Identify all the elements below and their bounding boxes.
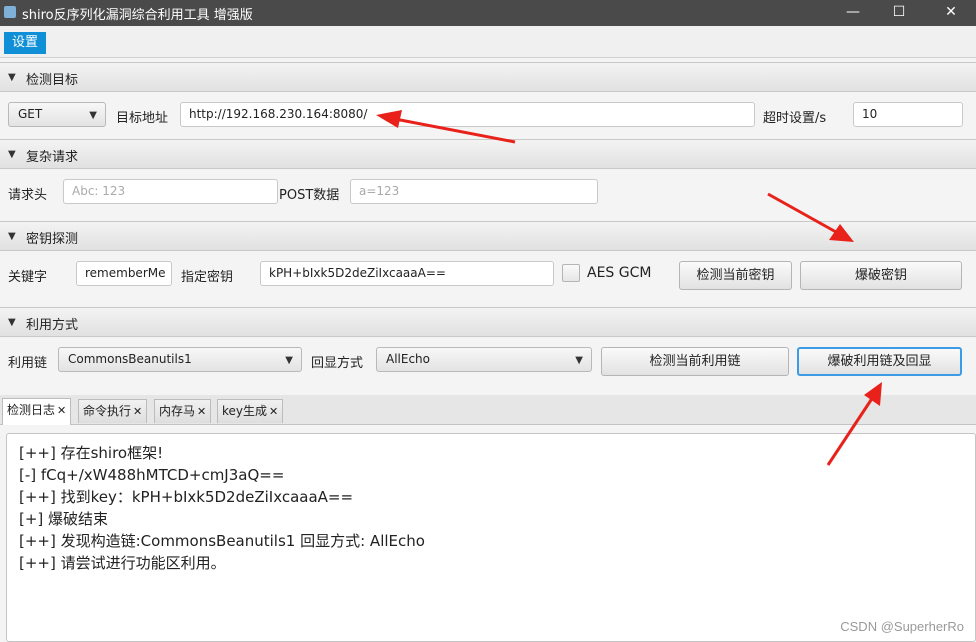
section-body-complex: 请求头 Abc: 123 POST数据 a=123 bbox=[0, 169, 976, 221]
watermark: CSDN @SuperherRo bbox=[840, 619, 964, 634]
chain-label: 利用链 bbox=[8, 356, 48, 371]
timeout-label: 超时设置/s bbox=[763, 111, 827, 126]
close-icon[interactable]: ✕ bbox=[928, 0, 974, 26]
log-line: [++] 找到key：kPH+bIxk5D2deZiIxcaaaA== bbox=[19, 488, 354, 506]
collapse-triangle-icon: ▼ bbox=[8, 72, 16, 83]
aes-gcm-label: AES GCM bbox=[587, 265, 652, 281]
section-body-target: GET ▼ 目标地址 http://192.168.230.164:8080/ … bbox=[0, 92, 976, 138]
chain-select[interactable]: CommonsBeanutils1 ▼ bbox=[58, 347, 302, 372]
echo-value: AllEcho bbox=[386, 352, 431, 366]
post-data-label: POST数据 bbox=[279, 188, 340, 203]
menu-settings[interactable]: 设置 bbox=[4, 32, 47, 54]
key-input[interactable]: kPH+bIxk5D2deZiIxcaaaA== bbox=[260, 261, 554, 286]
tab-key-gen[interactable]: key生成 ✕ bbox=[217, 399, 284, 423]
chevron-down-icon: ▼ bbox=[285, 355, 293, 366]
log-line: [++] 存在shiro框架! bbox=[19, 444, 164, 462]
app-icon bbox=[4, 6, 16, 18]
timeout-input[interactable]: 10 bbox=[853, 102, 963, 127]
log-line: [+] 爆破结束 bbox=[19, 510, 109, 528]
log-line: [++] 请尝试进行功能区利用。 bbox=[19, 554, 226, 572]
log-line: [++] 发现构造链:CommonsBeanutils1 回显方式: AllEc… bbox=[19, 532, 425, 550]
log-line: [-] fCq+/xW488hMTCD+cmJ3aQ== bbox=[19, 466, 285, 484]
close-icon[interactable]: ✕ bbox=[269, 405, 278, 418]
section-header-target[interactable]: ▼ 检测目标 bbox=[0, 62, 976, 92]
echo-select[interactable]: AllEcho ▼ bbox=[376, 347, 592, 372]
tab-label: 检测日志 bbox=[7, 403, 56, 417]
section-body-key: 关键字 rememberMe 指定密钥 kPH+bIxk5D2deZiIxcaa… bbox=[0, 251, 976, 307]
method-select[interactable]: GET ▼ bbox=[8, 102, 106, 127]
headers-label: 请求头 bbox=[8, 188, 48, 203]
chain-value: CommonsBeanutils1 bbox=[68, 352, 192, 366]
url-input[interactable]: http://192.168.230.164:8080/ bbox=[180, 102, 755, 127]
collapse-triangle-icon: ▼ bbox=[8, 231, 16, 242]
close-icon[interactable]: ✕ bbox=[197, 405, 206, 418]
check-chain-button[interactable]: 检测当前利用链 bbox=[601, 347, 789, 376]
tab-label: key生成 bbox=[222, 404, 268, 418]
section-title: 复杂请求 bbox=[26, 150, 79, 165]
keyword-input[interactable]: rememberMe bbox=[76, 261, 172, 286]
chevron-down-icon: ▼ bbox=[575, 355, 583, 366]
collapse-triangle-icon: ▼ bbox=[8, 317, 16, 328]
headers-input[interactable]: Abc: 123 bbox=[63, 179, 278, 204]
brute-chain-button[interactable]: 爆破利用链及回显 bbox=[797, 347, 962, 376]
section-body-exploit: 利用链 CommonsBeanutils1 ▼ 回显方式 AllEcho ▼ 检… bbox=[0, 337, 976, 393]
brute-key-button[interactable]: 爆破密钥 bbox=[800, 261, 962, 290]
collapse-triangle-icon: ▼ bbox=[8, 149, 16, 160]
section-title: 检测目标 bbox=[26, 73, 79, 88]
specified-key-label: 指定密钥 bbox=[181, 270, 234, 285]
tab-detect-log[interactable]: 检测日志 ✕ bbox=[2, 398, 72, 425]
url-label: 目标地址 bbox=[116, 111, 169, 126]
close-icon[interactable]: ✕ bbox=[133, 405, 142, 418]
tab-bar: 检测日志 ✕ 命令执行 ✕ 内存马 ✕ key生成 ✕ bbox=[0, 395, 976, 425]
section-header-complex[interactable]: ▼ 复杂请求 bbox=[0, 139, 976, 169]
post-data-input[interactable]: a=123 bbox=[350, 179, 598, 204]
section-title: 利用方式 bbox=[26, 318, 79, 333]
tab-memshell[interactable]: 内存马 ✕ bbox=[154, 399, 212, 423]
section-header-key[interactable]: ▼ 密钥探测 bbox=[0, 221, 976, 251]
chevron-down-icon: ▼ bbox=[89, 110, 97, 121]
section-title: 密钥探测 bbox=[26, 232, 79, 247]
echo-label: 回显方式 bbox=[311, 356, 364, 371]
log-console[interactable]: [++] 存在shiro框架! [-] fCq+/xW488hMTCD+cmJ3… bbox=[6, 433, 976, 642]
title-bar: shiro反序列化漏洞综合利用工具 增强版 — ☐ ✕ bbox=[0, 0, 976, 26]
section-header-exploit[interactable]: ▼ 利用方式 bbox=[0, 307, 976, 337]
minimize-icon[interactable]: — bbox=[830, 0, 876, 26]
window-title: shiro反序列化漏洞综合利用工具 增强版 bbox=[22, 8, 253, 23]
check-key-button[interactable]: 检测当前密钥 bbox=[679, 261, 792, 290]
tab-label: 内存马 bbox=[159, 404, 196, 418]
keyword-label: 关键字 bbox=[8, 270, 48, 285]
aes-gcm-checkbox[interactable] bbox=[562, 264, 580, 282]
menu-bar: 设置 bbox=[0, 26, 976, 58]
tab-label: 命令执行 bbox=[83, 404, 132, 418]
maximize-icon[interactable]: ☐ bbox=[876, 0, 922, 26]
method-value: GET bbox=[18, 107, 43, 121]
tab-command-exec[interactable]: 命令执行 ✕ bbox=[78, 399, 148, 423]
close-icon[interactable]: ✕ bbox=[57, 404, 66, 417]
